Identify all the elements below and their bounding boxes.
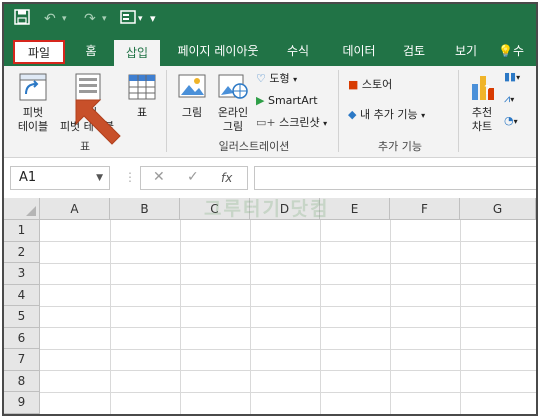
form-dropdown-icon[interactable]: ▾ <box>138 9 143 29</box>
group-separator <box>338 70 339 152</box>
gridline <box>40 348 536 350</box>
gridline <box>40 262 536 264</box>
row-header[interactable]: 1 <box>4 220 40 242</box>
pivot-table-button[interactable]: 피벗 테이블 <box>10 106 56 134</box>
formula-input[interactable] <box>254 166 536 190</box>
row-header[interactable]: 7 <box>4 349 40 371</box>
smartart-button[interactable]: ▶ SmartArt <box>256 92 330 110</box>
pictures-button[interactable]: 그림 <box>174 106 210 120</box>
name-box-dropdown-icon[interactable]: ▼ <box>96 167 103 189</box>
tab-home[interactable]: 홈 <box>74 36 108 66</box>
formula-buttons: ✕ ✓ fx <box>140 166 248 190</box>
gridline <box>40 305 536 307</box>
column-header[interactable]: B <box>110 198 180 220</box>
gridline <box>460 220 461 414</box>
tab-formulas[interactable]: 수식 <box>276 36 320 66</box>
customize-qat-icon[interactable]: ▾ <box>150 9 156 29</box>
addins-icon: ◆ <box>348 108 357 121</box>
gridline <box>250 220 251 414</box>
column-header[interactable]: G <box>460 198 536 220</box>
tab-review[interactable]: 검토 <box>394 36 434 66</box>
my-addins-button[interactable]: ◆ 내 추가 기능 ▾ <box>348 106 452 124</box>
pivot-table-icon[interactable] <box>18 72 48 105</box>
insert-function-icon[interactable]: fx <box>221 171 232 185</box>
svg-text:?: ? <box>484 83 490 97</box>
screenshot-icon: ▭+ <box>256 116 276 129</box>
store-button[interactable]: ■ 스토어 <box>348 76 428 94</box>
tab-file[interactable]: 파일 <box>13 40 65 64</box>
gridline <box>40 327 536 328</box>
screenshot-dropdown-icon: ▾ <box>323 119 328 128</box>
redo-icon[interactable]: ↷ <box>84 9 96 29</box>
row-header[interactable]: 8 <box>4 370 40 392</box>
gridline <box>536 220 537 416</box>
recommended-charts-button[interactable]: 추천 차트 <box>462 106 502 134</box>
column-chart-icon: ▮▮ <box>504 70 517 83</box>
excel-window: ↶ ▾ ↷ ▾ ▾ ▾ 파일 홈 삽입 페이지 레이아웃 수식 데이터 검토 보… <box>2 2 538 416</box>
undo-dropdown-icon[interactable]: ▾ <box>62 9 67 29</box>
name-box[interactable]: A1 ▼ <box>10 166 110 190</box>
gridline <box>40 241 536 242</box>
tab-view[interactable]: 보기 <box>444 36 488 66</box>
tell-me-box[interactable]: 💡수 <box>498 36 536 66</box>
group-separator <box>166 70 167 152</box>
enter-icon[interactable]: ✓ <box>187 169 199 185</box>
table-icon[interactable] <box>127 72 157 105</box>
shapes-dropdown-icon: ▾ <box>293 75 298 84</box>
row-header[interactable]: 4 <box>4 284 40 306</box>
watermark-text: 그루터기 닷컴 <box>204 198 330 220</box>
ribbon-tabs: 파일 홈 삽입 페이지 레이아웃 수식 데이터 검토 보기 💡수 <box>4 36 536 66</box>
quick-access-toolbar: ↶ ▾ ↷ ▾ ▾ ▾ <box>4 4 536 36</box>
lightbulb-icon: 💡 <box>498 44 513 58</box>
line-chart-button[interactable]: ⩘▾ <box>504 90 536 108</box>
row-header[interactable]: 3 <box>4 263 40 285</box>
row-header[interactable]: 5 <box>4 306 40 328</box>
pie-chart-icon: ◔ <box>504 114 514 127</box>
undo-icon[interactable]: ↶ <box>44 9 56 29</box>
pointer-arrow-icon <box>75 99 121 145</box>
gridline <box>320 220 321 414</box>
gridline <box>180 220 181 414</box>
gridline <box>40 370 536 371</box>
redo-dropdown-icon[interactable]: ▾ <box>102 9 107 29</box>
cancel-icon[interactable]: ✕ <box>153 169 165 185</box>
tab-insert[interactable]: 삽입 <box>114 40 160 66</box>
row-header[interactable]: 9 <box>4 392 40 414</box>
pie-chart-button[interactable]: ◔▾ <box>504 112 536 130</box>
tab-data[interactable]: 데이터 <box>330 36 388 66</box>
column-header[interactable]: E <box>320 198 390 220</box>
pictures-icon[interactable] <box>178 74 206 103</box>
gridline <box>110 220 111 414</box>
gridline <box>390 220 391 414</box>
select-all-button[interactable] <box>4 198 40 220</box>
formula-bar: A1 ▼ ⋮ ✕ ✓ fx <box>4 162 536 192</box>
column-chart-button[interactable]: ▮▮▾ <box>504 68 536 86</box>
gridline <box>40 391 536 393</box>
smartart-icon: ▶ <box>256 94 265 107</box>
group-illustrations-label: 일러스트레이션 <box>218 140 290 153</box>
column-header[interactable]: A <box>40 198 110 220</box>
save-icon[interactable] <box>14 9 30 29</box>
worksheet-grid[interactable]: A B C D E F G 1 2 3 4 5 6 7 8 9 <box>4 198 537 416</box>
column-header[interactable]: F <box>390 198 460 220</box>
row-header[interactable]: 6 <box>4 327 40 349</box>
group-addins-label: 추가 기능 <box>378 140 422 153</box>
row-header[interactable]: 2 <box>4 241 40 263</box>
shapes-button[interactable]: ♡ 도형 ▾ <box>256 70 326 88</box>
recommended-charts-icon[interactable]: ? <box>470 72 498 105</box>
table-button[interactable]: 표 <box>130 106 154 120</box>
gridline <box>40 284 536 285</box>
group-separator <box>458 70 459 152</box>
online-pictures-icon[interactable] <box>218 74 248 103</box>
tab-page-layout[interactable]: 페이지 레이아웃 <box>168 36 268 66</box>
shapes-icon: ♡ <box>256 72 266 85</box>
screenshot-button[interactable]: ▭+ 스크린샷 ▾ <box>256 114 336 132</box>
my-addins-dropdown-icon: ▾ <box>421 111 426 120</box>
online-pictures-button[interactable]: 온라인 그림 <box>212 106 254 134</box>
grip-icon: ⋮ <box>124 170 136 184</box>
store-icon: ■ <box>348 78 359 91</box>
form-icon[interactable] <box>120 9 136 29</box>
